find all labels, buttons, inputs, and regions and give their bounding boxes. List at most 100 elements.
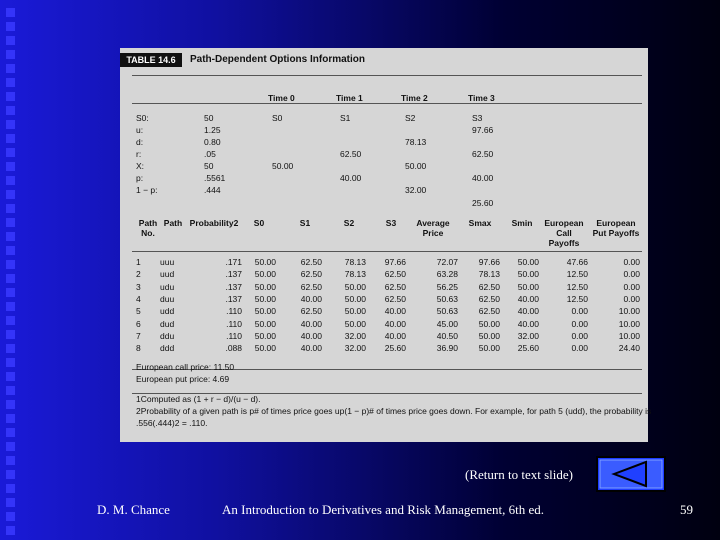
- decorative-square: [6, 22, 15, 31]
- decorative-square: [6, 134, 15, 143]
- decorative-square: [6, 162, 15, 171]
- param-value: .5561: [204, 173, 226, 183]
- decorative-square: [6, 512, 15, 521]
- table-cell: 62.50: [478, 293, 500, 304]
- table-cell: 50.00: [254, 343, 276, 354]
- time3-value: 40.00: [472, 173, 494, 183]
- table-cell: 6: [136, 318, 141, 329]
- column-header: European Put Payoffs: [592, 218, 640, 238]
- table-cell: 7: [136, 330, 141, 341]
- param-label: r:: [136, 149, 142, 159]
- table-cell: uud: [160, 269, 175, 280]
- table-cell: .110: [226, 306, 242, 317]
- top-rule: [132, 75, 642, 76]
- table-cell: 25.60: [384, 343, 406, 354]
- table-cell: 50.00: [478, 343, 500, 354]
- table-cell: 12.50: [566, 281, 588, 292]
- table-cell: 2: [136, 269, 141, 280]
- decorative-square: [6, 470, 15, 479]
- decorative-left-strip: [0, 0, 20, 540]
- param-value: 50: [204, 113, 214, 123]
- back-triangle-icon[interactable]: [596, 456, 666, 492]
- table-cell: 62.50: [384, 281, 406, 292]
- table-cell: 0.00: [623, 257, 640, 267]
- table-cell: 32.00: [517, 330, 539, 341]
- param-value: 50: [204, 161, 214, 171]
- time2-value: 32.00: [405, 185, 427, 195]
- decorative-square: [6, 204, 15, 213]
- param-label: X:: [136, 161, 145, 171]
- table-cell: 50.00: [478, 330, 500, 341]
- decorative-square: [6, 218, 15, 227]
- table-cell: 45.00: [436, 318, 458, 329]
- table-cell: 10.00: [618, 306, 640, 317]
- table-cell: 0.00: [571, 343, 588, 354]
- decorative-square: [6, 288, 15, 297]
- table-cell: 72.07: [436, 257, 458, 267]
- return-to-text-slide-link[interactable]: (Return to text slide): [444, 460, 594, 490]
- time3-value: 62.50: [472, 149, 494, 159]
- param-value: .444: [204, 185, 221, 195]
- table-cell: 50.00: [254, 306, 276, 317]
- table-cell: 50.00: [254, 318, 276, 329]
- table-cell: 50.00: [344, 293, 366, 304]
- decorative-square: [6, 176, 15, 185]
- decorative-square: [6, 372, 15, 381]
- table-cell: 10.00: [618, 330, 640, 341]
- decorative-square: [6, 148, 15, 157]
- table-cell: 8: [136, 343, 141, 354]
- decorative-square: [6, 120, 15, 129]
- param-label: p:: [136, 173, 144, 183]
- column-header: Path No.: [138, 218, 158, 238]
- table-cell: 10.00: [618, 318, 640, 329]
- decorative-square: [6, 526, 15, 535]
- decorative-square: [6, 106, 15, 115]
- table-cell: 50.00: [344, 281, 366, 292]
- table-cell: 78.13: [344, 269, 366, 280]
- decorative-square: [6, 456, 15, 465]
- table-cell: 62.50: [384, 293, 406, 304]
- table-cell: 32.00: [344, 330, 366, 341]
- time0-value: S0: [272, 113, 283, 123]
- table-cell: 40.00: [300, 293, 322, 304]
- table-cell: 24.40: [618, 343, 640, 354]
- table-cell: .088: [225, 343, 242, 354]
- table-cell: dud: [160, 318, 175, 329]
- table-cell: 78.13: [478, 269, 500, 280]
- time3-value: S3: [472, 113, 483, 123]
- time1-value: 62.50: [340, 149, 362, 159]
- table-cell: 50.63: [436, 306, 458, 317]
- decorative-square: [6, 190, 15, 199]
- footnote-1: 1Computed as (1 + r − d)/(u − d).: [136, 394, 261, 404]
- table-cell: 50.00: [517, 257, 539, 267]
- table-cell: 40.00: [300, 318, 322, 329]
- table-cell: 50.00: [254, 257, 276, 267]
- decorative-square: [6, 358, 15, 367]
- table-cell: 50.00: [254, 269, 276, 280]
- table-cell: 50.00: [478, 318, 500, 329]
- time1-value: S1: [340, 113, 351, 123]
- footer-book-title: An Introduction to Derivatives and Risk …: [222, 502, 545, 517]
- time1-value: 40.00: [340, 173, 362, 183]
- footer-author: D. M. Chance: [97, 502, 170, 517]
- decorative-square: [6, 8, 15, 17]
- table-cell: 50.00: [517, 269, 539, 280]
- decorative-square: [6, 386, 15, 395]
- table-cell: .171: [225, 257, 242, 267]
- table-cell: udd: [160, 306, 175, 317]
- column-header: S1: [299, 218, 311, 228]
- table-cell: 62.50: [300, 281, 322, 292]
- time2-value: 78.13: [405, 137, 427, 147]
- decorative-square: [6, 274, 15, 283]
- time2-value: 50.00: [405, 161, 427, 171]
- table-cell: 40.00: [384, 306, 406, 317]
- table-cell: 78.13: [344, 257, 366, 267]
- table-cell: 0.00: [571, 306, 588, 317]
- time-header: Time 1: [336, 93, 363, 103]
- table-cell: 25.60: [517, 343, 539, 354]
- table-cell: 50.00: [517, 281, 539, 292]
- table-cell: ddd: [160, 343, 175, 354]
- table-cell: 40.50: [436, 330, 458, 341]
- column-header: Smax: [468, 218, 492, 228]
- table-cell: udu: [160, 281, 175, 292]
